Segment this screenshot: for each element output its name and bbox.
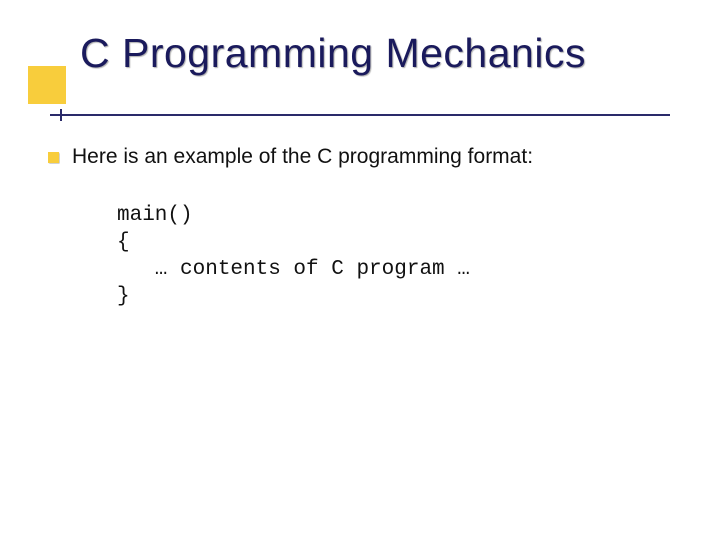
divider-tick xyxy=(60,109,62,121)
decorative-square xyxy=(28,66,66,104)
code-line: } xyxy=(117,285,130,308)
code-line: main() xyxy=(117,204,193,227)
bullet-icon xyxy=(48,152,59,163)
code-example: main() { … contents of C program … } xyxy=(117,203,470,311)
intro-text: Here is an example of the C programming … xyxy=(72,145,533,169)
title-divider xyxy=(50,114,670,116)
slide-title: C Programming Mechanics xyxy=(80,30,586,77)
code-line: … contents of C program … xyxy=(117,258,470,281)
code-line: { xyxy=(117,231,130,254)
